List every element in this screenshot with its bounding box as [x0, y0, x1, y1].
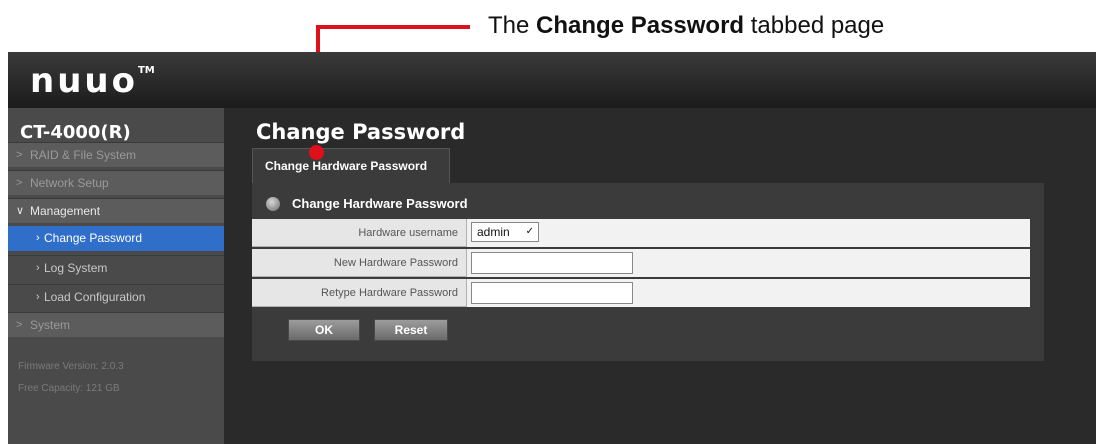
sidebar-item-label: Management: [30, 204, 101, 218]
logo-text: nuuo: [30, 61, 138, 101]
username-select[interactable]: admin ✓: [471, 222, 539, 242]
page-title: Change Password: [256, 120, 466, 144]
username-selected-value: admin: [477, 225, 510, 239]
section-title: Change Hardware Password: [292, 196, 468, 211]
chevron-right-icon: >: [16, 149, 23, 161]
callout-line-horizontal: [318, 25, 470, 29]
chevron-right-icon: >: [16, 177, 23, 189]
sidebar: CT-4000(R) > RAID & File System > Network …: [8, 108, 224, 444]
tab-change-hardware-password[interactable]: Change Hardware Password: [252, 148, 450, 183]
sidebar-item-label: Change Password: [44, 231, 143, 245]
device-name: CT-4000(R): [20, 122, 131, 143]
sidebar-item-change-password[interactable]: › Change Password: [8, 226, 224, 251]
nuuo-logo: nuuoTM: [30, 61, 155, 101]
logo-trademark: TM: [137, 65, 155, 76]
sidebar-item-label: RAID & File System: [30, 148, 137, 162]
main-content: Change Password Change Hardware Password…: [224, 108, 1096, 444]
form-value-cell: admin ✓: [466, 219, 1030, 247]
sidebar-item-label: Load Configuration: [44, 290, 146, 304]
chevron-right-icon: ›: [36, 232, 40, 244]
callout-caption: The Change Password tabbed page: [488, 12, 884, 40]
form-row-new-password: New Hardware Password: [252, 249, 1030, 277]
callout-bold: Change Password: [536, 12, 745, 39]
change-password-panel: Change Hardware Password Hardware userna…: [252, 183, 1044, 361]
retype-password-label: Retype Hardware Password: [321, 287, 458, 299]
free-capacity: Free Capacity: 121 GB: [18, 383, 120, 394]
chevron-down-icon: ∨: [16, 205, 25, 217]
chevron-right-icon: >: [16, 319, 23, 331]
form-row-retype-password: Retype Hardware Password: [252, 279, 1030, 307]
sidebar-item-system[interactable]: > System: [8, 312, 224, 337]
sidebar-item-load-configuration[interactable]: › Load Configuration: [8, 284, 224, 309]
header-bar: nuuoTM: [8, 52, 1096, 108]
chevron-right-icon: ›: [36, 262, 40, 274]
form-value-cell: [466, 279, 1030, 307]
reset-button[interactable]: Reset: [374, 319, 448, 341]
form-value-cell: [466, 249, 1030, 277]
chevron-right-icon: ›: [36, 291, 40, 303]
sidebar-item-label: System: [30, 318, 71, 332]
nas-admin-window: nuuoTM CT-4000(R) > RAID & File System > N…: [8, 52, 1096, 444]
username-label: Hardware username: [358, 227, 458, 239]
sidebar-item-network[interactable]: > Network Setup: [8, 170, 224, 195]
form-row-username: Hardware username admin ✓: [252, 219, 1030, 247]
retype-password-input[interactable]: [471, 282, 633, 304]
firmware-version: Firmware Version: 2.0.3: [18, 361, 124, 372]
sidebar-item-label: Network Setup: [30, 176, 109, 190]
chevron-down-icon: ✓: [525, 226, 534, 237]
bullet-circle-icon: [266, 197, 280, 211]
sidebar-item-log-system[interactable]: › Log System: [8, 255, 224, 280]
callout-prefix: The: [488, 12, 537, 39]
callout-dot: [309, 145, 324, 160]
ok-button[interactable]: OK: [288, 319, 360, 341]
sidebar-item-label: Log System: [44, 261, 108, 275]
sidebar-item-management[interactable]: ∨ Management: [8, 198, 224, 223]
callout-suffix: tabbed page: [744, 12, 885, 39]
new-password-label: New Hardware Password: [333, 257, 458, 269]
sidebar-item-raid[interactable]: > RAID & File System: [8, 142, 224, 167]
new-password-input[interactable]: [471, 252, 633, 274]
